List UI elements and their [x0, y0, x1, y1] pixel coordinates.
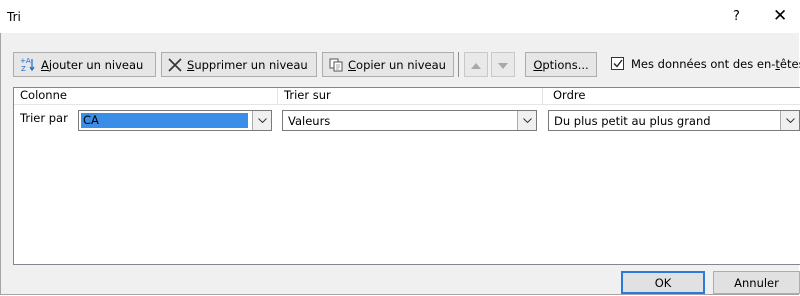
- sort-by-label: Trier par: [20, 111, 68, 125]
- column-select-value: CA: [83, 113, 99, 127]
- copy-level-button[interactable]: Copier un niveau: [322, 52, 454, 77]
- add-level-button[interactable]: +A Z Ajouter un niveau: [13, 52, 156, 77]
- svg-text:+A: +A: [20, 57, 31, 65]
- sort-az-icon: +A Z: [20, 57, 36, 72]
- column-select[interactable]: CA: [78, 110, 272, 131]
- dialog-title: Tri: [7, 10, 21, 24]
- close-button[interactable]: ✕: [773, 6, 787, 26]
- cancel-button[interactable]: Annuler: [713, 271, 800, 294]
- arrow-up-icon: [471, 58, 481, 72]
- add-level-label: Ajouter un niveau: [41, 57, 144, 72]
- header-order: Ordre: [553, 88, 586, 102]
- options-label: Options...: [533, 57, 589, 72]
- sort-on-select-value: Valeurs: [288, 114, 331, 128]
- selection-highlight: [81, 113, 248, 128]
- delete-level-label: Supprimer un niveau: [187, 57, 308, 72]
- sort-on-select[interactable]: Valeurs: [282, 110, 537, 131]
- delete-x-icon: [168, 57, 182, 72]
- arrow-down-icon: [498, 58, 508, 72]
- chevron-down-icon[interactable]: [780, 111, 799, 130]
- ok-button[interactable]: OK: [621, 271, 705, 294]
- title-bar: [0, 0, 800, 33]
- toolbar-separator: [458, 52, 459, 77]
- order-select-value: Du plus petit au plus grand: [554, 114, 711, 128]
- header-divider: [277, 88, 278, 105]
- svg-text:Z: Z: [21, 65, 26, 72]
- help-button[interactable]: ?: [733, 9, 740, 24]
- header-divider: [542, 88, 543, 105]
- delete-level-button[interactable]: Supprimer un niveau: [161, 52, 317, 77]
- header-underline: [14, 104, 800, 105]
- move-up-button[interactable]: [464, 52, 488, 77]
- chevron-down-icon[interactable]: [517, 111, 536, 130]
- copy-icon: [329, 58, 343, 72]
- copy-level-label: Copier un niveau: [348, 57, 446, 72]
- order-select[interactable]: Du plus petit au plus grand: [548, 110, 800, 131]
- move-down-button[interactable]: [491, 52, 515, 77]
- headers-checkbox[interactable]: [611, 57, 624, 70]
- checkmark-icon: [613, 57, 623, 71]
- chevron-down-icon[interactable]: [252, 111, 271, 130]
- headers-checkbox-label[interactable]: Mes données ont des en-têtes: [631, 57, 800, 71]
- header-column: Colonne: [20, 88, 67, 102]
- header-sort-on: Trier sur: [284, 88, 331, 102]
- options-button[interactable]: Options...: [525, 52, 597, 77]
